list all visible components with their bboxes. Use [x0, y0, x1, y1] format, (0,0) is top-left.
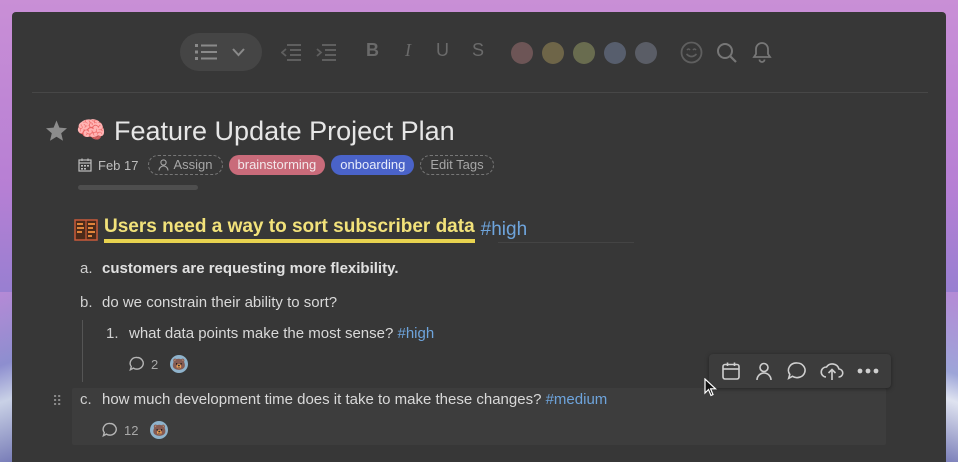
assign-user-icon[interactable] [754, 361, 774, 381]
assign-label: Assign [173, 157, 213, 172]
title-emoji: 🧠 [76, 117, 106, 144]
bullet-list-icon [195, 44, 217, 60]
list-item-a[interactable]: a. customers are requesting more flexibil… [80, 260, 398, 277]
color-swatch-red[interactable] [511, 42, 533, 64]
app-window: B I U S 🧠 Feature Update Project Plan Fe… [12, 12, 946, 462]
nested-thread-line [82, 320, 83, 382]
heading-row: Users need a way to sort subscriber data… [74, 216, 527, 243]
avatar[interactable]: 🐻 [150, 421, 169, 439]
list-item-b1[interactable]: 1. what data points make the most sense? … [106, 325, 434, 342]
list-item-text: how much development time does it take t… [102, 391, 542, 408]
mouse-cursor-icon [704, 378, 718, 397]
heading-tag-high[interactable]: #high [481, 219, 528, 241]
color-swatch-gray[interactable] [635, 42, 657, 64]
list-style-button[interactable] [180, 33, 262, 71]
meta-row: Feb 17 Assign brainstorming onboarding E… [78, 154, 494, 176]
list-item-text: what data points make the most sense? [129, 325, 394, 342]
drag-handle-icon[interactable]: ⠿ [52, 393, 62, 410]
tag-brainstorming[interactable]: brainstorming [228, 155, 326, 175]
underline-button[interactable]: U [436, 40, 449, 61]
list-marker: 1. [106, 325, 119, 342]
strikethrough-button[interactable]: S [472, 40, 484, 61]
toolbar-divider [32, 92, 928, 93]
date-field[interactable]: Feb 17 [78, 158, 138, 173]
bell-icon[interactable] [752, 41, 772, 63]
calendar-icon [78, 158, 92, 172]
italic-button[interactable]: I [405, 40, 411, 61]
color-swatch-green[interactable] [573, 42, 595, 64]
kanban-board-icon [74, 218, 98, 241]
color-swatch-orange[interactable] [542, 42, 564, 64]
comment-count: 12 [124, 422, 139, 438]
upload-icon[interactable] [820, 361, 844, 381]
list-marker: a. [80, 260, 93, 277]
tag-onboarding[interactable]: onboarding [331, 155, 415, 175]
user-icon [158, 159, 170, 171]
comment-icon[interactable] [787, 361, 807, 381]
comment-row-b1[interactable]: 2 🐻 [129, 355, 189, 373]
bold-button[interactable]: B [366, 40, 379, 61]
list-marker: b. [80, 294, 93, 311]
more-icon[interactable] [857, 368, 879, 374]
page-title[interactable]: Feature Update Project Plan [114, 116, 455, 147]
tag-medium[interactable]: #medium [546, 391, 608, 408]
chevron-down-icon[interactable] [232, 48, 245, 57]
comment-icon [129, 356, 144, 372]
tag-high[interactable]: #high [398, 325, 435, 342]
toolbar: B I U S [12, 12, 946, 92]
outdent-icon[interactable] [281, 43, 301, 61]
avatar[interactable]: 🐻 [170, 355, 189, 373]
heading-text[interactable]: Users need a way to sort subscriber data [104, 216, 475, 243]
list-item-text: do we constrain their ability to sort? [102, 294, 338, 311]
calendar-icon[interactable] [721, 361, 741, 381]
assign-button[interactable]: Assign [148, 155, 223, 175]
indent-icon[interactable] [316, 43, 336, 61]
date-label: Feb 17 [98, 157, 139, 173]
star-icon[interactable] [44, 119, 69, 143]
list-marker: c. [80, 391, 92, 408]
edit-tags-button[interactable]: Edit Tags [420, 155, 494, 175]
comment-count: 2 [151, 356, 159, 372]
list-item-c[interactable]: c. how much development time does it take… [80, 391, 607, 408]
row-action-popover [709, 354, 891, 388]
search-icon[interactable] [716, 42, 738, 64]
list-item-b[interactable]: b. do we constrain their ability to sort? [80, 294, 337, 311]
emoji-icon[interactable] [680, 41, 703, 64]
comment-row-c[interactable]: 12 🐻 [102, 421, 169, 439]
color-swatch-blue[interactable] [604, 42, 626, 64]
progress-bar [78, 185, 198, 190]
heading-underline [498, 242, 634, 243]
comment-icon [102, 422, 117, 438]
list-item-text: customers are requesting more flexibilit… [102, 260, 399, 277]
